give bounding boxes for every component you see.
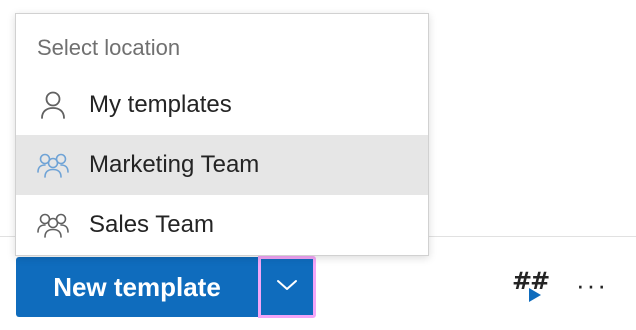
menu-item-my-templates[interactable]: My templates bbox=[16, 75, 428, 135]
person-icon bbox=[36, 90, 70, 120]
new-template-button[interactable]: New template bbox=[16, 257, 258, 317]
people-team-icon bbox=[36, 210, 70, 240]
menu-header: Select location bbox=[37, 35, 181, 60]
menu-item-label: My templates bbox=[89, 91, 232, 118]
more-options-button[interactable]: ··· bbox=[570, 265, 614, 305]
menu-item-sales-team[interactable]: Sales Team bbox=[16, 195, 428, 255]
app-stage: New template ## ··· Select location My t… bbox=[0, 0, 636, 330]
hash-play-icon: ## bbox=[508, 265, 550, 305]
chevron-down-icon bbox=[276, 278, 298, 297]
insert-field-button[interactable]: ## bbox=[508, 265, 550, 305]
menu-item-label: Sales Team bbox=[89, 211, 214, 238]
more-icon: ··· bbox=[576, 269, 608, 300]
select-location-menu: Select location My templates Marketing T… bbox=[15, 13, 429, 256]
location-dropdown-toggle-button[interactable] bbox=[258, 256, 316, 318]
menu-item-marketing-team[interactable]: Marketing Team bbox=[16, 135, 428, 195]
people-team-icon bbox=[36, 150, 70, 180]
menu-item-label: Marketing Team bbox=[89, 151, 260, 178]
